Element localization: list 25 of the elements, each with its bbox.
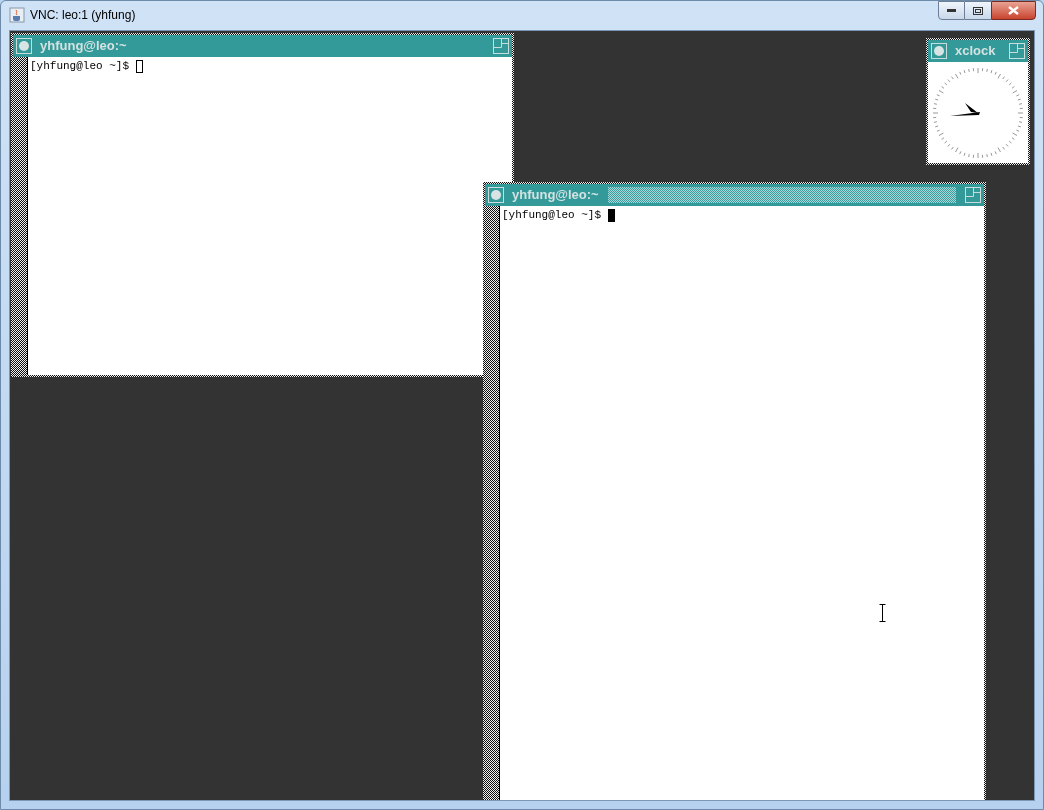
- maximize-button[interactable]: [965, 1, 991, 20]
- window-titlebar[interactable]: yhfung@leo:~: [485, 184, 984, 206]
- close-icon: [1008, 6, 1019, 15]
- window-title: yhfung@leo:~: [40, 37, 127, 56]
- minimize-button[interactable]: [938, 1, 965, 20]
- java-cup-icon: [9, 7, 25, 23]
- text-cursor-icon: [879, 604, 886, 622]
- maximize-icon: [973, 6, 983, 15]
- scrollbar[interactable]: [13, 57, 28, 375]
- window-title: VNC: leo:1 (yhfung): [30, 7, 136, 24]
- window-menu-icon[interactable]: [931, 43, 947, 59]
- terminal-prompt: [yhfung@leo ~]$: [30, 59, 130, 73]
- maximize-icon[interactable]: [1009, 43, 1025, 59]
- window-title: yhfung@leo:~: [512, 186, 599, 205]
- window-menu-icon[interactable]: [16, 38, 32, 54]
- window-title: xclock: [955, 42, 996, 61]
- minimize-icon: [947, 9, 956, 12]
- maximize-icon[interactable]: [965, 187, 981, 203]
- scrollbar[interactable]: [485, 206, 500, 800]
- window-menu-icon[interactable]: [488, 187, 504, 203]
- window-titlebar[interactable]: xclock: [928, 40, 1028, 62]
- terminal-prompt: [yhfung@leo ~]$: [502, 208, 602, 222]
- close-button[interactable]: [991, 1, 1036, 20]
- window-titlebar[interactable]: yhfung@leo:~: [13, 35, 512, 57]
- maximize-icon[interactable]: [493, 38, 509, 54]
